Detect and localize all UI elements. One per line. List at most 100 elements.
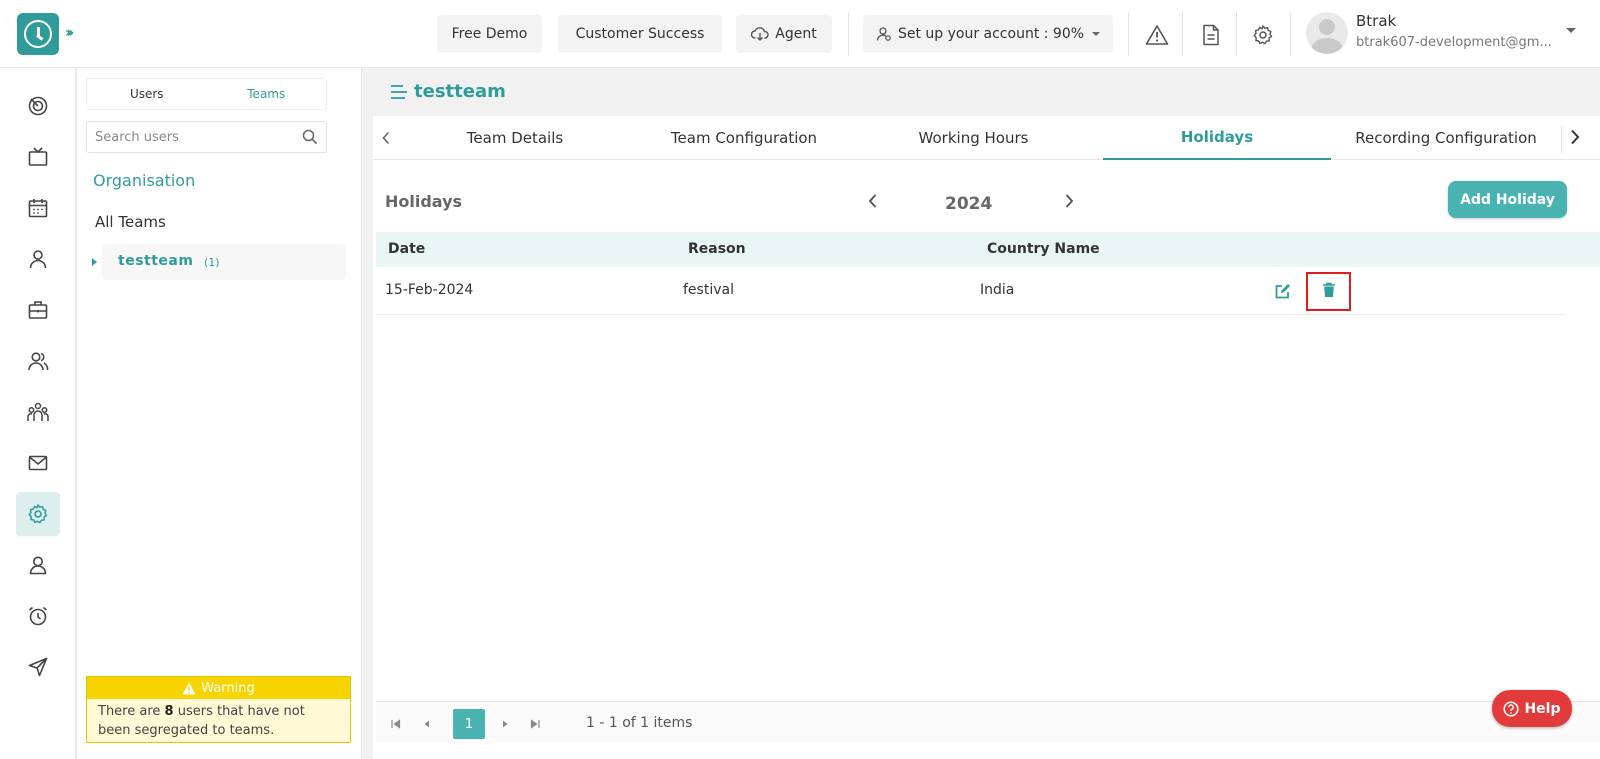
organisation-link[interactable]: Organisation [93, 171, 195, 190]
help-question-icon [1503, 700, 1520, 717]
delete-button[interactable] [1306, 272, 1351, 311]
page-number-button[interactable]: 1 [453, 709, 485, 739]
setup-account-dropdown[interactable]: Set up your account : 90% [863, 15, 1113, 53]
edit-icon[interactable] [1274, 282, 1292, 304]
nav-briefcase-icon[interactable] [16, 288, 60, 332]
users-teams-toggle: Users Teams [86, 78, 327, 110]
cloud-download-icon [751, 26, 769, 42]
app-root: ››› Free Demo Customer Success Agent Set… [0, 0, 1600, 759]
cell-reason: festival [683, 282, 734, 298]
header-divider [1290, 12, 1291, 56]
nav-teams-icon[interactable] [16, 390, 60, 434]
user-menu-chevron-down-icon[interactable] [1566, 28, 1576, 33]
toggle-teams[interactable]: Teams [207, 79, 327, 109]
nav-alarm-icon[interactable] [16, 594, 60, 638]
help-button[interactable]: Help [1492, 690, 1572, 727]
agent-label: Agent [775, 26, 817, 42]
warning-count: 8 [164, 704, 174, 719]
nav-send-icon[interactable] [16, 645, 60, 689]
setup-account-label: Set up your account : 90% [897, 26, 1085, 42]
nav-profile-icon[interactable] [16, 543, 60, 587]
tabs-scroll-right-icon[interactable] [1569, 128, 1581, 150]
clock-logo-icon [24, 20, 52, 48]
avatar[interactable] [1306, 12, 1348, 54]
header-divider [848, 12, 849, 56]
help-label: Help [1524, 700, 1561, 717]
customer-success-button[interactable]: Customer Success [558, 15, 722, 53]
tabs-divider [1561, 126, 1562, 154]
tab-holidays[interactable]: Holidays [1103, 116, 1331, 160]
tabs-scroll-left-icon[interactable] [381, 130, 391, 150]
nav-users-icon[interactable] [16, 339, 60, 383]
warning-box: Warning There are 8 users that have not … [86, 676, 351, 743]
warning-prefix: There are [98, 704, 165, 719]
cell-date: 15-Feb-2024 [385, 282, 474, 298]
main-content: testteam Team Details Team Configuration… [362, 68, 1600, 759]
column-country-name[interactable]: Country Name [987, 241, 1100, 257]
nav-user-icon[interactable] [16, 237, 60, 281]
user-setup-icon [876, 26, 892, 42]
next-page-icon[interactable] [499, 715, 511, 734]
all-teams-link[interactable]: All Teams [95, 213, 166, 231]
expand-menu-icon[interactable]: ››› [65, 25, 75, 41]
tab-team-configuration[interactable]: Team Configuration [641, 116, 847, 160]
first-page-icon[interactable] [390, 715, 402, 734]
free-demo-label: Free Demo [451, 26, 528, 42]
nav-tv-icon[interactable] [16, 135, 60, 179]
chevron-down-icon [1092, 32, 1101, 36]
team-title-text: testteam [414, 81, 506, 102]
caret-right-icon[interactable] [92, 258, 97, 266]
nav-settings-gear-icon[interactable] [16, 492, 60, 536]
tab-working-hours[interactable]: Working Hours [871, 116, 1076, 160]
settings-gear-icon[interactable] [1250, 22, 1276, 48]
free-demo-button[interactable]: Free Demo [437, 15, 542, 53]
page-title: testteam [389, 81, 506, 102]
previous-year-icon[interactable] [867, 192, 879, 214]
table-row: 15-Feb-2024 festival India [376, 268, 1566, 315]
cell-country: India [980, 282, 1015, 298]
header-divider [1236, 12, 1237, 56]
customer-success-label: Customer Success [575, 26, 705, 42]
team-member-count: (1) [204, 256, 220, 269]
section-title: Holidays [385, 192, 463, 211]
toggle-users[interactable]: Users [87, 79, 207, 109]
user-email: btrak607-development@gm... [1356, 35, 1552, 50]
header-divider [1128, 12, 1129, 56]
nav-dashboard-icon[interactable] [16, 84, 60, 128]
user-name: Btrak [1356, 12, 1397, 30]
search-users-box [86, 121, 327, 153]
tab-recording-configuration[interactable]: Recording Configuration [1331, 116, 1561, 160]
agent-button[interactable]: Agent [736, 15, 832, 53]
left-nav-rail [0, 68, 76, 759]
app-logo[interactable] [17, 13, 59, 55]
search-input[interactable] [87, 122, 287, 152]
warning-message: There are 8 users that have not been seg… [87, 699, 350, 743]
tab-team-details[interactable]: Team Details [425, 116, 605, 160]
menu-lines-icon[interactable] [389, 82, 409, 102]
nav-calendar-icon[interactable] [16, 186, 60, 230]
last-page-icon[interactable] [529, 715, 541, 734]
warning-icon[interactable] [1144, 22, 1170, 48]
teams-panel: Users Teams Organisation All Teams testt… [77, 68, 362, 759]
previous-page-icon[interactable] [421, 715, 433, 734]
column-date[interactable]: Date [388, 241, 425, 257]
team-card: Team Details Team Configuration Working … [373, 116, 1600, 759]
next-year-icon[interactable] [1063, 192, 1075, 214]
warning-header: Warning [87, 677, 350, 699]
column-reason[interactable]: Reason [688, 241, 746, 257]
team-name: testteam [118, 253, 194, 269]
warning-title: Warning [201, 680, 255, 696]
trash-icon [1322, 282, 1336, 302]
pagination-info: 1 - 1 of 1 items [586, 715, 693, 731]
search-icon[interactable] [302, 129, 318, 149]
header-divider [1182, 12, 1183, 56]
year-value: 2024 [945, 194, 993, 214]
table-header: Date Reason Country Name [376, 232, 1600, 267]
top-header: ››› Free Demo Customer Success Agent Set… [0, 0, 1600, 68]
pagination: 1 1 - 1 of 1 items [376, 701, 1600, 743]
document-icon[interactable] [1198, 22, 1224, 48]
add-holiday-button[interactable]: Add Holiday [1448, 181, 1567, 218]
team-tree-item[interactable]: testteam (1) [92, 244, 346, 280]
warning-triangle-icon [182, 682, 196, 695]
nav-mail-icon[interactable] [16, 441, 60, 485]
